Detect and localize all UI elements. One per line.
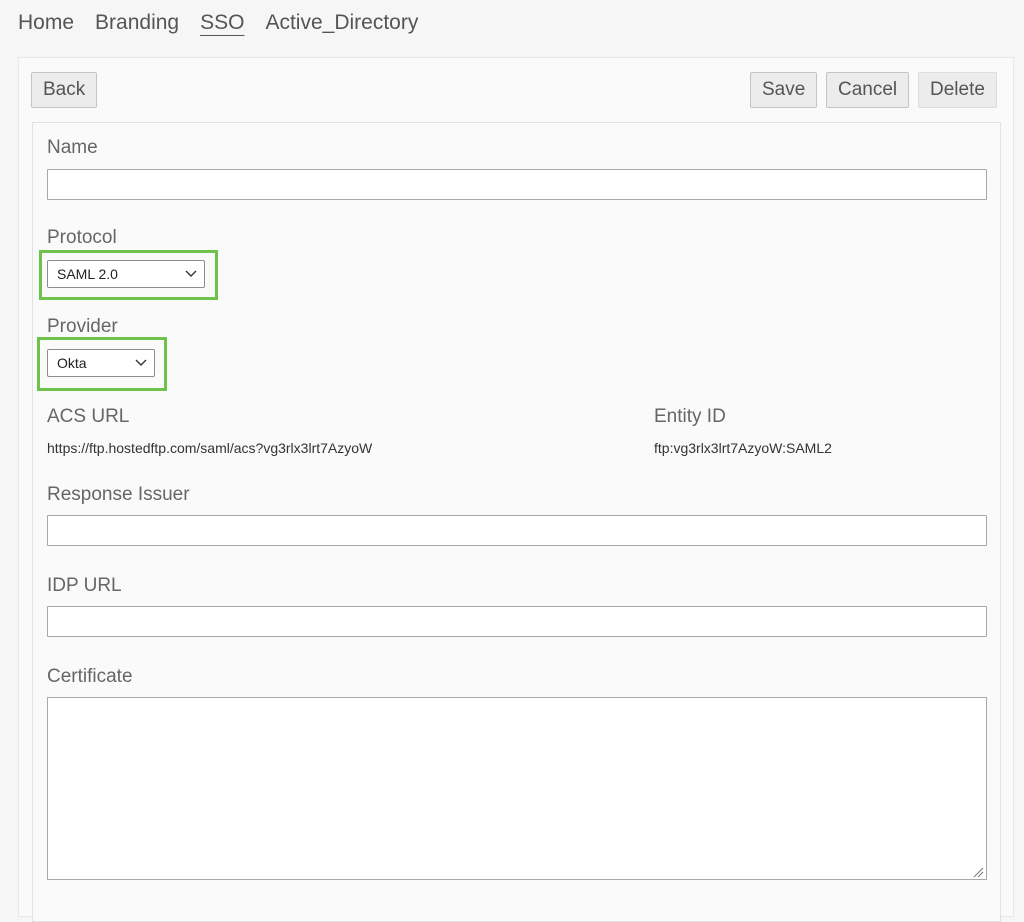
back-button[interactable]: Back — [31, 72, 98, 108]
acs-url-label: ACS URL — [47, 406, 130, 427]
nav-sso[interactable]: SSO — [200, 8, 244, 38]
certificate-textarea[interactable] — [47, 697, 987, 880]
nav-active-directory[interactable]: Active_Directory — [265, 8, 418, 38]
provider-label: Provider — [47, 316, 118, 337]
cancel-button[interactable]: Cancel — [826, 72, 910, 108]
certificate-label: Certificate — [47, 666, 133, 687]
sso-panel: Back Save Cancel Delete Name Protocol SA… — [18, 57, 1014, 922]
entity-id-label: Entity ID — [654, 406, 726, 427]
provider-select[interactable]: Okta — [47, 349, 155, 377]
entity-id-value: ftp:vg3rlx3lrt7AzyoW:SAML2 — [654, 440, 832, 456]
name-label: Name — [47, 137, 98, 158]
resize-grip-icon[interactable] — [972, 865, 984, 878]
response-issuer-input[interactable] — [47, 515, 987, 546]
delete-button[interactable]: Delete — [918, 72, 997, 108]
provider-selected-value: Okta — [57, 355, 87, 371]
protocol-label: Protocol — [47, 227, 117, 248]
nav-home[interactable]: Home — [18, 8, 74, 38]
idp-url-label: IDP URL — [47, 575, 122, 596]
protocol-selected-value: SAML 2.0 — [57, 266, 118, 282]
sso-form: Name Protocol SAML 2.0 Provider Okta ACS… — [32, 122, 1001, 922]
name-input[interactable] — [47, 169, 987, 200]
chevron-down-icon — [135, 350, 147, 385]
nav-branding[interactable]: Branding — [95, 8, 179, 38]
protocol-select[interactable]: SAML 2.0 — [47, 260, 205, 288]
acs-url-value: https://ftp.hostedftp.com/saml/acs?vg3rl… — [47, 440, 373, 456]
save-button[interactable]: Save — [750, 72, 818, 108]
response-issuer-label: Response Issuer — [47, 484, 190, 505]
top-nav: Home Branding SSO Active_Directory — [18, 8, 418, 38]
idp-url-input[interactable] — [47, 606, 987, 637]
chevron-down-icon — [185, 261, 197, 296]
